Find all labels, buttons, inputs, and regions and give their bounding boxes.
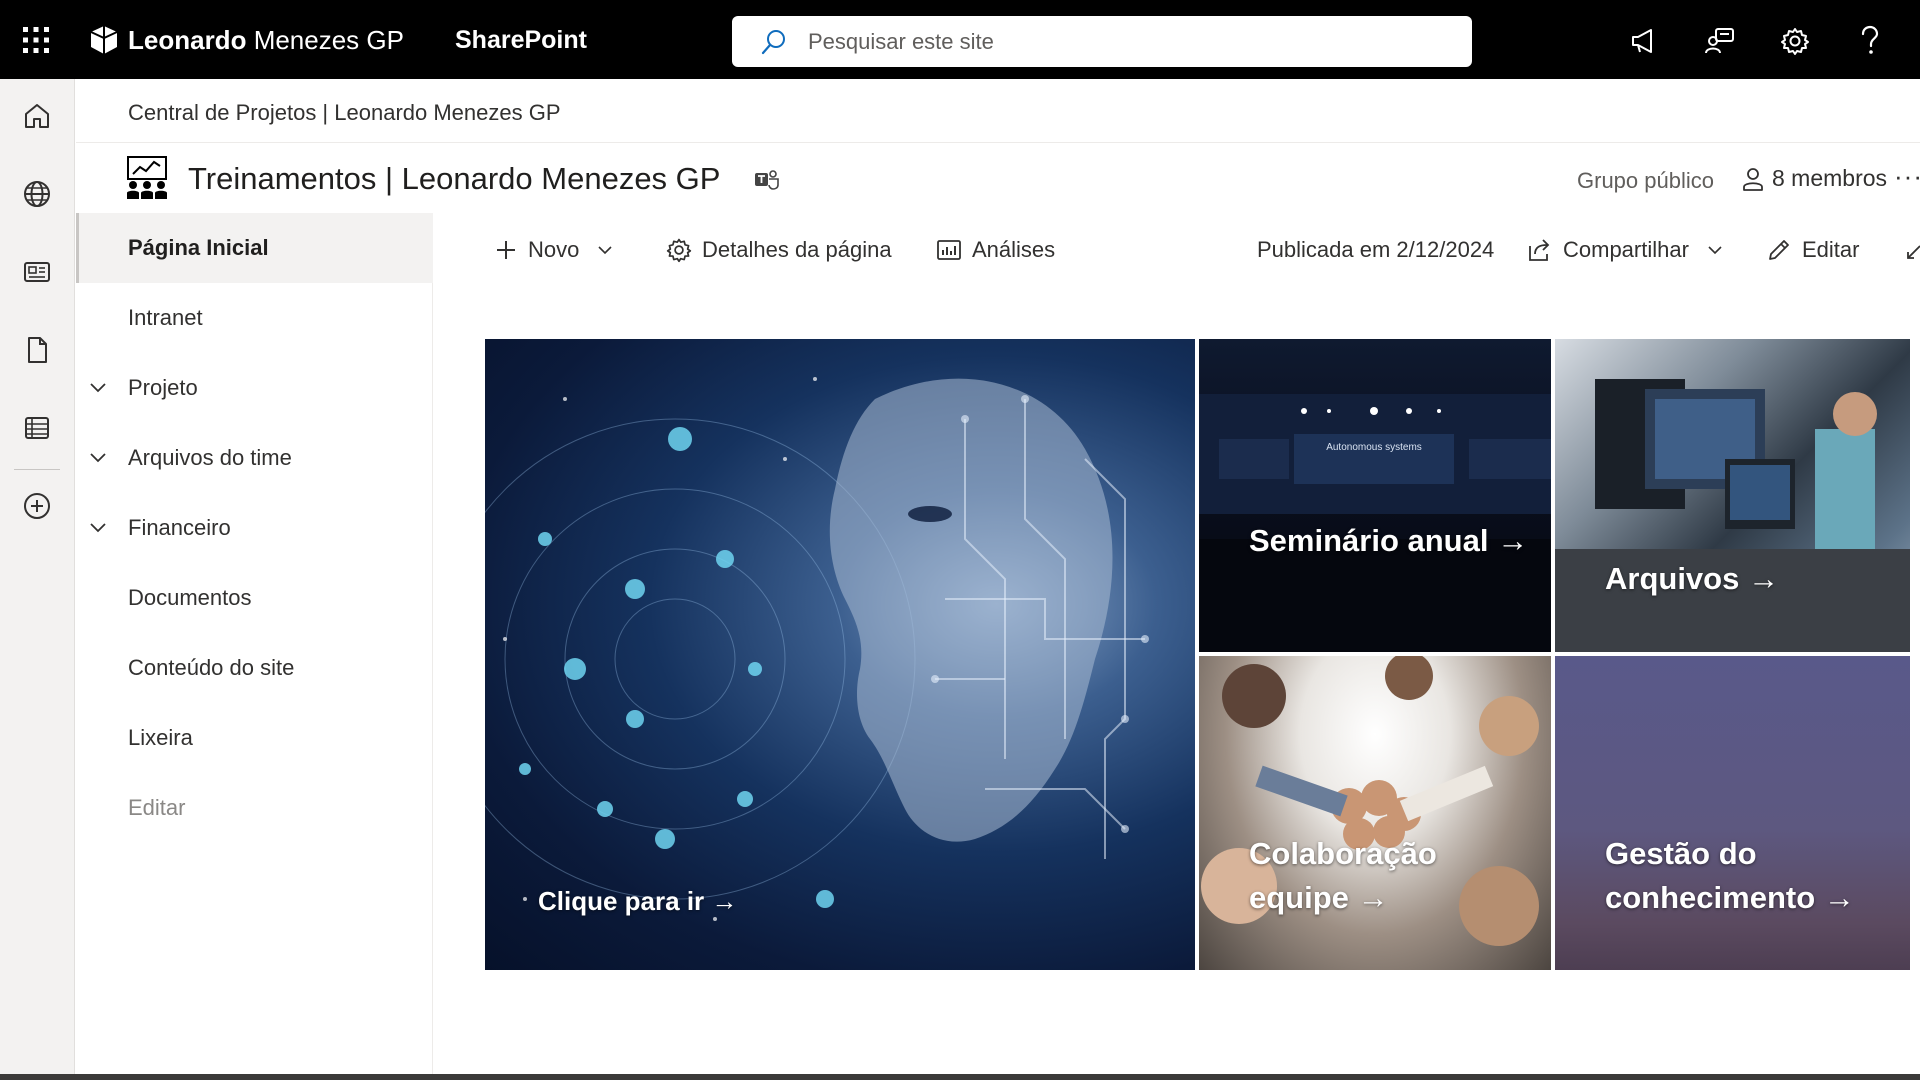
chevron-down-icon[interactable] (89, 379, 107, 397)
sharepoint-app-name[interactable]: SharePoint (455, 26, 587, 55)
nav-item-label: Financeiro (128, 515, 231, 540)
nav-item-arquivos-do-time[interactable]: Arquivos do time (76, 423, 433, 493)
hero-tile-seminario[interactable]: Autonomous systems Seminário anual → (1199, 339, 1551, 652)
ai-face-image (485, 377, 1149, 921)
hero-webpart: Clique para ir → Autonomous systems Semi… (485, 339, 1920, 970)
nav-item-label: Documentos (128, 585, 252, 610)
suite-bar: Leonardo Menezes GP SharePoint (0, 0, 1920, 79)
hero-tile-arquivos[interactable]: Arquivos → (1555, 339, 1910, 652)
brand-name-bold: Leonardo (128, 24, 247, 55)
help-question-icon[interactable] (1853, 24, 1887, 58)
chevron-down-icon[interactable] (89, 449, 107, 467)
members-button[interactable]: 8 membros (1742, 165, 1887, 192)
nav-item-label: Projeto (128, 375, 198, 400)
settings-gear-icon (666, 237, 692, 263)
lists-icon[interactable] (20, 411, 54, 445)
analytics-label: Análises (972, 237, 1056, 262)
hero-tile-label: Seminário anual → (1249, 523, 1529, 558)
hero-tile-label: Gestão do conhecimento → (1605, 836, 1855, 915)
nav-item-label: Arquivos do time (128, 445, 292, 470)
command-bar: Novo Detalhes da página Análises Publica… (434, 213, 1920, 285)
search-input[interactable] (808, 28, 1408, 55)
window-bottom-edge (0, 1074, 1920, 1080)
org-logo-icon (90, 25, 118, 55)
hero-tile-main[interactable]: Clique para ir → (485, 339, 1195, 970)
hero-tile-label: Arquivos → (1605, 561, 1779, 596)
app-launcher-icon[interactable] (18, 22, 54, 58)
analytics-chart-icon (936, 238, 962, 262)
page-details-label: Detalhes da página (702, 237, 892, 262)
nav-item-pagina-inicial[interactable]: Página Inicial (76, 213, 433, 283)
screen-text: Autonomous systems (1326, 442, 1422, 453)
conference-stage-image: Autonomous systems (1199, 394, 1551, 652)
brand-name-rest: Menezes GP (253, 24, 404, 55)
nav-item-label: Conteúdo do site (128, 655, 295, 680)
nav-item-label: Página Inicial (128, 235, 269, 260)
site-header: Treinamentos | Leonardo Menezes GP Grupo… (76, 143, 1920, 213)
nav-item-documentos[interactable]: Documentos (76, 563, 433, 633)
hub-navigation: Central de Projetos | Leonardo Menezes G… (76, 79, 1920, 143)
control-room-image (1555, 379, 1910, 652)
hero-tile-label: Clique para ir → (538, 886, 738, 916)
new-button-label: Novo (528, 237, 580, 262)
create-plus-icon[interactable] (20, 489, 54, 523)
team-fist-bump-image (1201, 656, 1539, 946)
hero-tile-colaboracao[interactable]: Colaboração equipe → (1199, 656, 1551, 970)
megaphone-icon[interactable] (1628, 24, 1662, 58)
nav-item-label: Editar (128, 795, 186, 820)
globe-icon[interactable] (20, 177, 54, 211)
nav-item-label: Lixeira (128, 725, 193, 750)
document-icon[interactable] (20, 333, 54, 367)
new-button[interactable]: Novo (494, 233, 613, 267)
group-privacy-label: Grupo público (1577, 168, 1714, 193)
nav-item-conteudo-do-site[interactable]: Conteúdo do site (76, 633, 433, 703)
nav-item-intranet[interactable]: Intranet (76, 283, 433, 353)
app-bar-divider (14, 469, 60, 470)
nav-item-label: Intranet (128, 305, 203, 330)
nav-item-lixeira[interactable]: Lixeira (76, 703, 433, 773)
pencil-icon (1766, 237, 1792, 263)
share-icon (1527, 238, 1553, 262)
site-logo-icon[interactable] (124, 155, 170, 201)
site-title[interactable]: Treinamentos | Leonardo Menezes GP (188, 161, 720, 197)
chevron-down-icon (597, 242, 613, 258)
hero-tile-label: Colaboração equipe → (1249, 836, 1437, 915)
hub-site-title[interactable]: Central de Projetos | Leonardo Menezes G… (128, 100, 561, 126)
more-options-icon[interactable]: ··· (1894, 161, 1920, 192)
chevron-down-icon (1707, 242, 1723, 258)
app-bar (0, 79, 75, 1074)
chat-help-icon[interactable] (1703, 24, 1737, 58)
published-date-text: Publicada em 2/12/2024 (1257, 237, 1495, 262)
analytics-button[interactable]: Análises (936, 233, 1055, 267)
share-button[interactable]: Compartilhar (1527, 233, 1723, 267)
search-icon (760, 28, 788, 56)
expand-icon[interactable] (1904, 233, 1920, 267)
nav-item-projeto[interactable]: Projeto (76, 353, 433, 423)
members-count: 8 membros (1772, 165, 1888, 191)
search-box[interactable] (732, 16, 1472, 67)
published-status: Publicada em 2/12/2024 (1257, 233, 1494, 267)
home-icon[interactable] (20, 99, 54, 133)
nav-item-financeiro[interactable]: Financeiro (76, 493, 433, 563)
hero-tile-gestao[interactable]: Gestão do conhecimento → (1555, 656, 1910, 970)
settings-gear-icon[interactable] (1778, 24, 1812, 58)
news-icon[interactable] (20, 255, 54, 289)
org-brand[interactable]: Leonardo Menezes GP (90, 20, 404, 60)
edit-button[interactable]: Editar (1766, 233, 1859, 267)
edit-label: Editar (1802, 237, 1860, 262)
plus-icon (494, 238, 518, 262)
teams-icon[interactable] (754, 169, 780, 191)
site-navigation: Página Inicial Intranet Projeto Arquivos… (76, 213, 433, 1074)
person-icon (1742, 167, 1764, 191)
nav-edit-link[interactable]: Editar (76, 773, 433, 843)
share-label: Compartilhar (1563, 237, 1689, 262)
chevron-down-icon[interactable] (89, 519, 107, 537)
page-details-button[interactable]: Detalhes da página (666, 233, 892, 267)
